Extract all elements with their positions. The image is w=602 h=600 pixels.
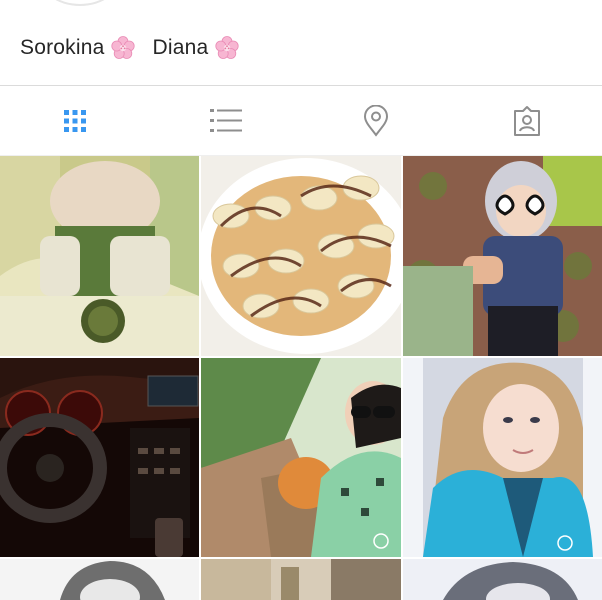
post-image [201, 156, 401, 356]
post-image [0, 156, 199, 356]
post-image [0, 559, 199, 600]
post-thumbnail[interactable] [403, 358, 602, 557]
profile-tab-bar [0, 86, 602, 155]
post-thumbnail[interactable] [0, 156, 199, 356]
post-thumbnail[interactable] [201, 156, 401, 356]
tab-grid-view[interactable] [58, 104, 92, 138]
tab-tagged[interactable] [510, 104, 544, 138]
cherry-blossom-icon [215, 36, 239, 59]
post-thumbnail[interactable] [201, 358, 401, 557]
post-grid [0, 156, 602, 600]
post-thumbnail[interactable] [0, 358, 199, 557]
avatar[interactable] [38, 0, 122, 6]
profile-last-name: Diana [152, 36, 209, 59]
post-thumbnail[interactable] [403, 559, 602, 600]
post-image [403, 358, 602, 557]
tagged-user-icon [514, 106, 540, 136]
tab-places[interactable] [359, 104, 393, 138]
post-image [201, 559, 401, 600]
tab-list-view[interactable] [209, 104, 243, 138]
cherry-blossom-icon [111, 36, 136, 59]
profile-first-name: Sorokina [20, 36, 105, 59]
profile-name: Sorokina Diana [20, 34, 240, 62]
post-thumbnail[interactable] [403, 156, 602, 356]
post-image [403, 559, 602, 600]
location-pin-icon [363, 105, 389, 137]
post-image [403, 156, 602, 356]
grid-icon [64, 110, 86, 132]
list-icon [210, 109, 242, 132]
post-image [0, 358, 199, 557]
post-thumbnail[interactable] [0, 559, 199, 600]
post-image [201, 358, 401, 557]
post-thumbnail[interactable] [201, 559, 401, 600]
